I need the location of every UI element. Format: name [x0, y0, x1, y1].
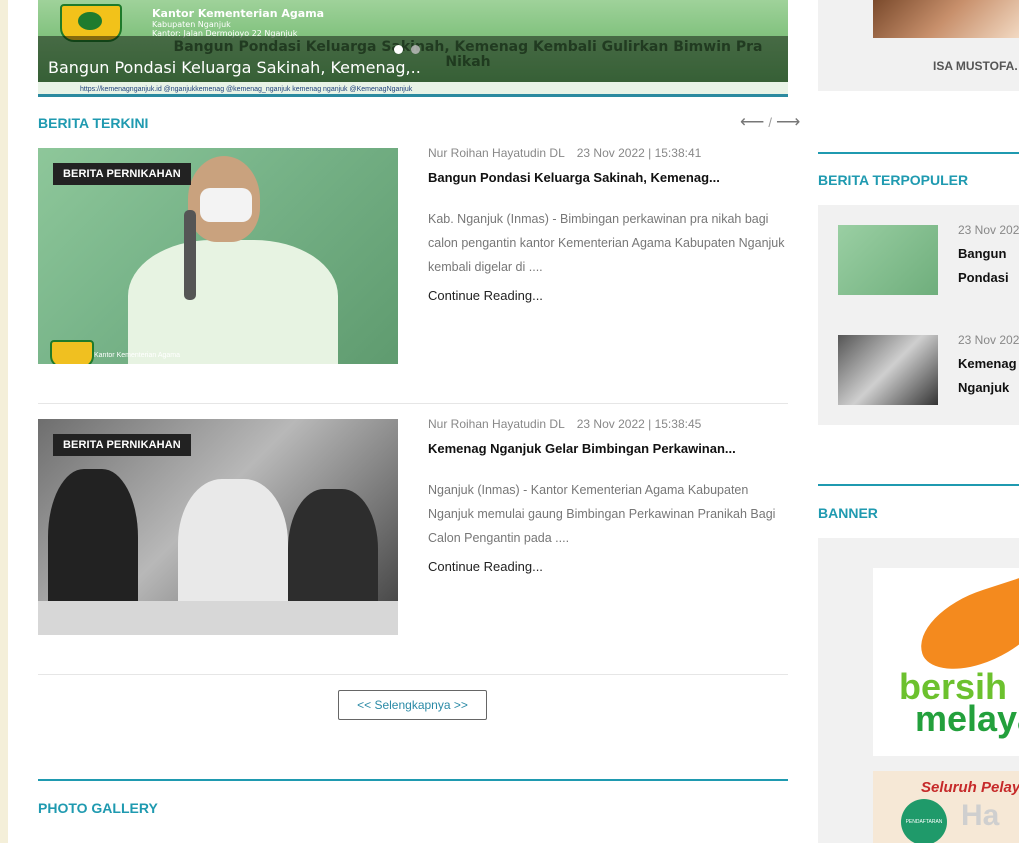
hero-institution-region: Kabupaten Nganjuk: [152, 20, 231, 29]
image-figure: [200, 188, 252, 222]
popular-date: 23 Nov 2022: [958, 223, 1019, 237]
section-title-berita-terpopuler: BERITA TERPOPULER: [818, 172, 969, 188]
divider: [38, 403, 788, 404]
kemenag-logo-icon: [50, 340, 94, 364]
popular-thumbnail[interactable]: [838, 225, 938, 295]
section-title-banner: BANNER: [818, 505, 878, 521]
news-meta: Nur Roihan Hayatudin DL 23 Nov 2022 | 15:…: [428, 146, 701, 160]
news-title[interactable]: Bangun Pondasi Keluarga Sakinah, Kemenag…: [428, 170, 720, 185]
slider-dots: [394, 41, 428, 59]
image-seal-text: Kantor Kementerian Agama: [94, 352, 180, 359]
news-excerpt: Kab. Nganjuk (Inmas) - Bimbingan perkawi…: [428, 212, 785, 274]
hero-institution-name: Kantor Kementerian Agama: [152, 7, 325, 20]
news-thumbnail[interactable]: Kantor Kementerian Agama BERITA PERNIKAH…: [38, 148, 398, 364]
section-divider: [38, 779, 788, 781]
more-news-button[interactable]: << Selengkapnya >>: [338, 690, 487, 720]
arrow-right-icon[interactable]: ⟶: [776, 112, 801, 131]
popular-thumbnail[interactable]: [838, 335, 938, 405]
pager-separator: /: [768, 115, 773, 130]
popular-news-list: 23 Nov 2022 Bangun Pondasi Keluarga Saki…: [818, 205, 1019, 425]
news-author[interactable]: Nur Roihan Hayatudin DL: [428, 146, 565, 160]
arrow-left-icon[interactable]: ⟵: [740, 112, 765, 131]
slider-dot-active[interactable]: [394, 45, 403, 54]
profile-photo[interactable]: [873, 0, 1019, 38]
sidebar-profile-card: ISA MUSTOFA.: [818, 0, 1019, 91]
hero-slider[interactable]: Kantor Kementerian Agama Kabupaten Nganj…: [38, 0, 788, 97]
image-figure: [128, 240, 338, 364]
news-thumbnail[interactable]: BERITA PERNIKAHAN: [38, 419, 398, 635]
hero-footer-strip: https://kemenagnganjuk.id @nganjukkemena…: [38, 82, 788, 97]
hand-icon: [909, 573, 1019, 681]
news-date: 23 Nov 2022 | 15:38:41: [576, 146, 702, 160]
slider-dot[interactable]: [411, 45, 420, 54]
popular-date: 23 Nov 2022: [958, 333, 1019, 347]
popular-title[interactable]: Bangun Pondasi Keluarga Sakinah, Kemenag…: [958, 242, 1019, 290]
news-meta: Nur Roihan Hayatudin DL 23 Nov 2022 | 15:…: [428, 417, 701, 431]
category-badge[interactable]: BERITA PERNIKAHAN: [53, 163, 191, 185]
banner-pelayanan[interactable]: Seluruh Pelayanan PENDAFTARAN Ha: [873, 771, 1019, 843]
image-table: [38, 601, 398, 635]
banner-circle-badge: PENDAFTARAN: [901, 799, 947, 843]
section-divider: [818, 484, 1019, 486]
divider: [38, 674, 788, 675]
banner-text: melayani: [915, 698, 1019, 739]
news-date: 23 Nov 2022 | 15:38:45: [576, 417, 702, 431]
news-excerpt: Nganjuk (Inmas) - Kantor Kementerian Aga…: [428, 483, 776, 545]
news-title[interactable]: Kemenag Nganjuk Gelar Bimbingan Perkawin…: [428, 441, 736, 456]
banner-list: bersih melayani Seluruh Pelayanan PENDAF…: [818, 538, 1019, 843]
page: Kantor Kementerian Agama Kabupaten Nganj…: [8, 0, 1019, 843]
section-title-berita-terkini: BERITA TERKINI: [38, 115, 149, 131]
continue-reading-link[interactable]: Continue Reading...: [428, 288, 543, 303]
profile-name[interactable]: ISA MUSTOFA.: [933, 59, 1018, 73]
popular-title[interactable]: Kemenag Nganjuk Gelar Bimbingan Perkawin…: [958, 352, 1019, 400]
section-title-photo-gallery: PHOTO GALLERY: [38, 800, 158, 816]
microphone-icon: [184, 210, 196, 300]
hero-institution: Kantor Kementerian Agama Kabupaten Nganj…: [152, 7, 325, 39]
banner-text: Ha: [961, 799, 1000, 832]
continue-reading-link[interactable]: Continue Reading...: [428, 559, 543, 574]
banner-text: Seluruh Pelayanan: [921, 779, 1019, 796]
news-pager: ⟵ / ⟶: [740, 112, 801, 132]
section-divider: [818, 152, 1019, 154]
banner-bersih-melayani[interactable]: bersih melayani: [873, 568, 1019, 756]
category-badge[interactable]: BERITA PERNIKAHAN: [53, 434, 191, 456]
hero-caption[interactable]: Bangun Pondasi Keluarga Sakinah, Kemenag…: [48, 58, 421, 77]
news-author[interactable]: Nur Roihan Hayatudin DL: [428, 417, 565, 431]
